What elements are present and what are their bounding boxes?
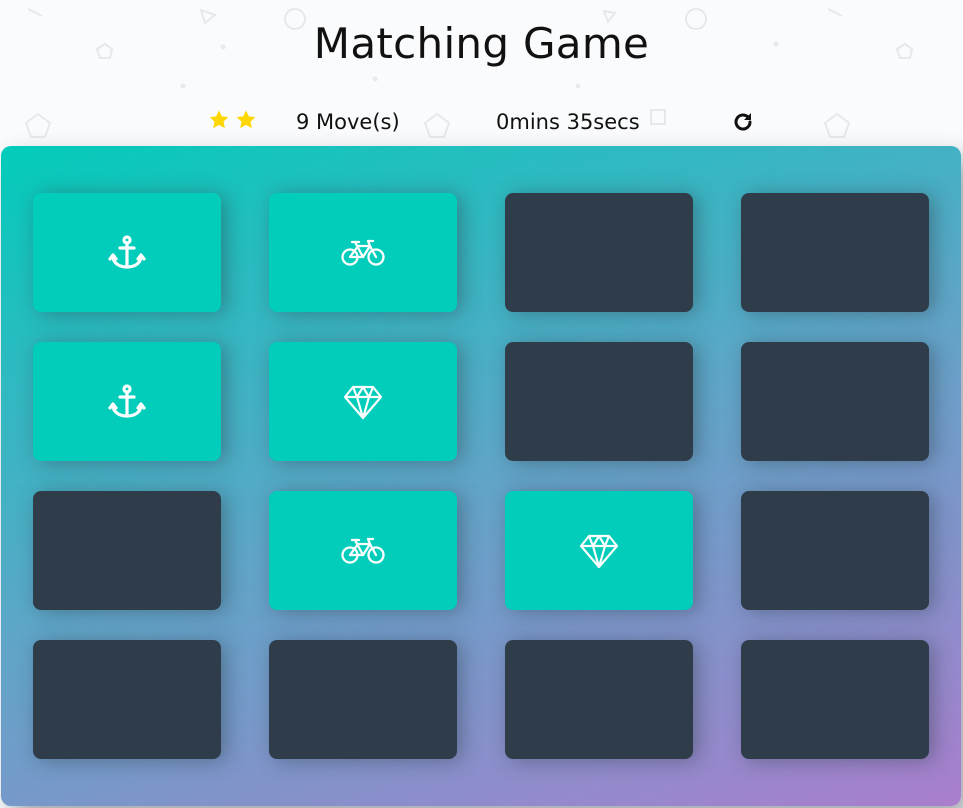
card-bicycle[interactable] — [269, 491, 457, 610]
card-hidden[interactable] — [741, 342, 929, 461]
card-hidden[interactable] — [33, 491, 221, 610]
card-hidden[interactable] — [505, 640, 693, 759]
timer: 0mins 35secs — [496, 110, 640, 134]
card-hidden[interactable] — [741, 491, 929, 610]
diamond-icon — [343, 384, 383, 420]
moves-counter: 9 Move(s) — [296, 110, 400, 134]
card-bicycle[interactable] — [269, 193, 457, 312]
diamond-icon — [579, 533, 619, 569]
card-anchor[interactable] — [33, 193, 221, 312]
card-hidden[interactable] — [741, 640, 929, 759]
card-anchor[interactable] — [33, 342, 221, 461]
card-diamond[interactable] — [269, 342, 457, 461]
card-hidden[interactable] — [33, 640, 221, 759]
card-hidden[interactable] — [505, 193, 693, 312]
anchor-icon — [108, 383, 146, 420]
bicycle-icon — [341, 239, 385, 267]
score-panel: 9 Move(s) 0mins 35secs — [0, 106, 963, 138]
card-hidden[interactable] — [741, 193, 929, 312]
bicycle-icon — [341, 537, 385, 565]
star-icon — [235, 109, 257, 131]
star-icon — [208, 109, 230, 131]
page-title: Matching Game — [313, 19, 650, 68]
anchor-icon — [108, 234, 146, 271]
card-deck — [1, 146, 961, 806]
restart-icon[interactable] — [731, 110, 755, 134]
card-hidden[interactable] — [505, 342, 693, 461]
card-diamond[interactable] — [505, 491, 693, 610]
card-hidden[interactable] — [269, 640, 457, 759]
